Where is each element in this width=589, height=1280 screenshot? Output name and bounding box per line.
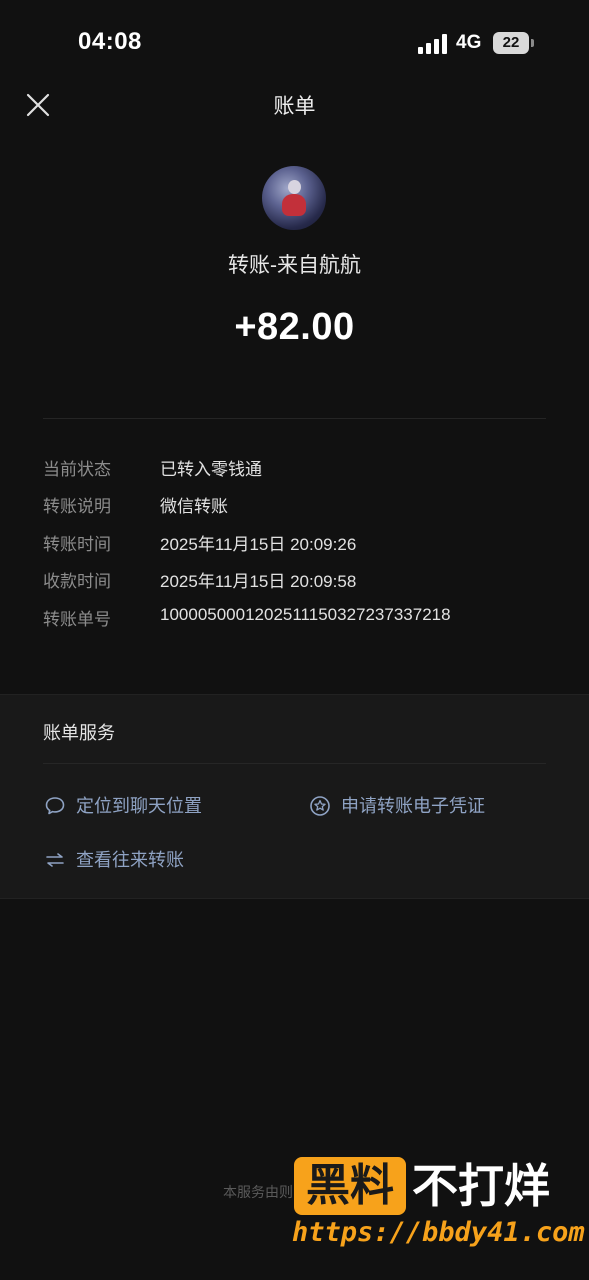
watermark: 黑料 不打烊 https://bbdy41.com <box>292 1155 585 1260</box>
divider <box>43 418 546 419</box>
detail-row-status: 当前状态 已转入零钱通 <box>43 455 563 485</box>
battery-tip <box>531 39 534 47</box>
services-title: 账单服务 <box>43 723 115 743</box>
swap-arrows-icon <box>46 853 64 867</box>
page-title: 账单 <box>273 95 316 118</box>
detail-label: 当前状态 <box>43 460 111 479</box>
detail-label: 转账说明 <box>43 497 111 516</box>
detail-row-order-number: 转账单号 1000050001202511150327237337218 <box>43 605 563 635</box>
watermark-badge: 黑料 <box>294 1157 406 1215</box>
status-time: 04:08 <box>78 28 142 55</box>
locate-in-chat-button[interactable]: 定位到聊天位置 <box>44 792 244 822</box>
battery-icon: 22 <box>493 32 535 54</box>
avatar[interactable] <box>262 166 326 230</box>
watermark-main-text: 不打烊 <box>412 1160 550 1212</box>
detail-row-description: 转账说明 微信转账 <box>43 492 563 522</box>
detail-row-receipt-time: 收款时间 2025年11月15日 20:09:58 <box>43 567 563 597</box>
status-bar: 04:08 4G 22 <box>0 0 589 88</box>
view-transfers-button[interactable]: 查看往来转账 <box>44 846 244 876</box>
divider <box>43 763 546 764</box>
watermark-url: https://bbdy41.com <box>292 1217 585 1248</box>
signal-icon <box>418 34 447 54</box>
footer-text: 本服务由则 <box>223 1184 293 1200</box>
service-label: 查看往来转账 <box>76 850 184 870</box>
watermark-badge-text: 黑料 <box>306 1161 394 1210</box>
avatar-figure <box>282 194 306 216</box>
avatar-head <box>288 180 301 194</box>
network-label: 4G <box>456 32 482 53</box>
detail-value: 2025年11月15日 20:09:26 <box>160 535 357 554</box>
detail-value: 已转入零钱通 <box>160 460 262 479</box>
transfer-amount: +82.00 <box>234 306 355 348</box>
detail-label: 转账单号 <box>43 610 111 629</box>
bill-detail-screen: 04:08 4G 22 账单 转账-来自航航 +82.00 当前状态 已转入零钱… <box>0 0 589 1280</box>
chat-bubble-icon <box>45 797 65 815</box>
detail-row-transfer-time: 转账时间 2025年11月15日 20:09:26 <box>43 530 563 560</box>
transfer-title: 转账-来自航航 <box>228 254 361 277</box>
star-badge-icon <box>310 796 330 816</box>
detail-label: 收款时间 <box>43 572 111 591</box>
detail-value: 1000050001202511150327237337218 <box>160 605 451 624</box>
service-label: 申请转账电子凭证 <box>341 796 485 816</box>
request-voucher-button[interactable]: 申请转账电子凭证 <box>309 792 529 822</box>
detail-value: 微信转账 <box>160 497 228 516</box>
detail-value: 2025年11月15日 20:09:58 <box>160 572 357 591</box>
service-label: 定位到聊天位置 <box>76 796 202 816</box>
bill-services-panel: 账单服务 定位到聊天位置 申请转账电子凭证 查看往来转账 <box>0 694 589 899</box>
detail-label: 转账时间 <box>43 535 111 554</box>
battery-level: 22 <box>502 34 520 51</box>
